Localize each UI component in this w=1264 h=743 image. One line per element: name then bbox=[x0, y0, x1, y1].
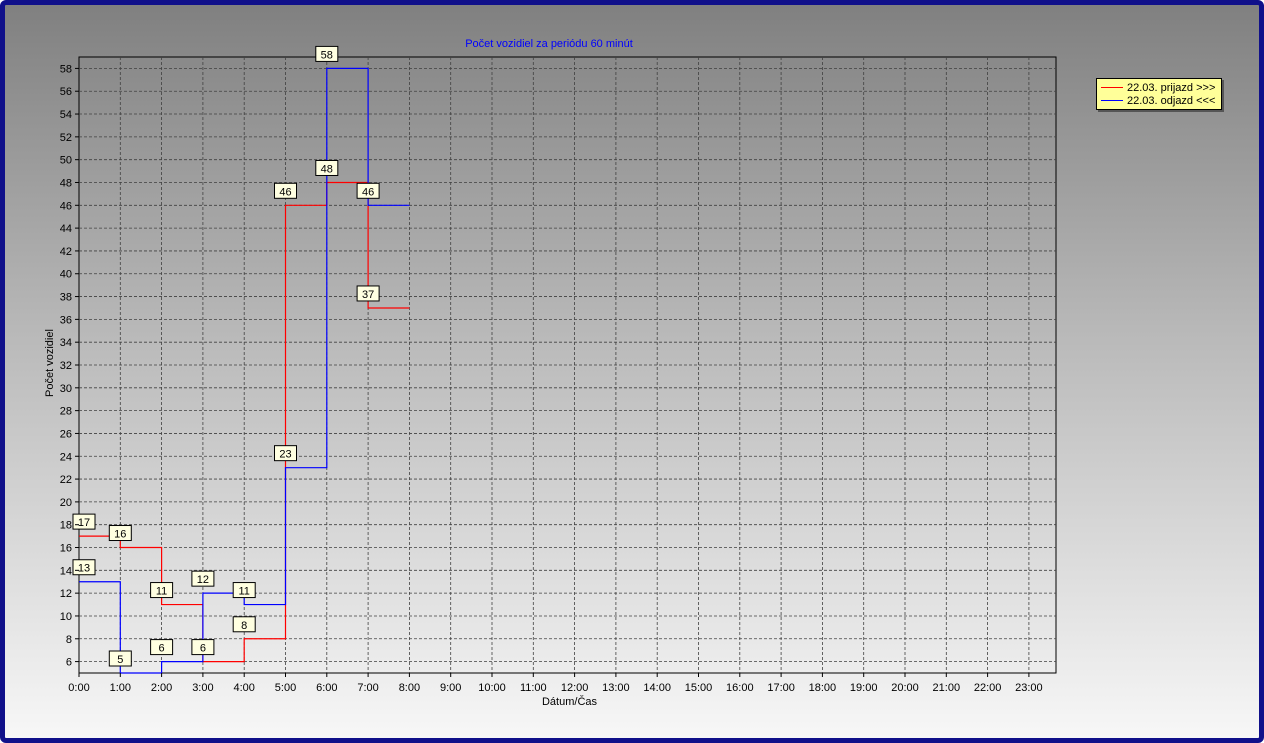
y-tick-label: 58 bbox=[60, 63, 72, 75]
x-tick-label: 22:00 bbox=[974, 682, 1002, 694]
x-tick-label: 5:00 bbox=[275, 682, 296, 694]
legend-label-departures: 22.03. odjazd <<< bbox=[1127, 94, 1216, 107]
data-label-0-1: 16 bbox=[108, 525, 132, 542]
y-tick-label: 42 bbox=[60, 246, 72, 258]
chart-svg: 1716116846483713561211235846 0:00 1:00 2:0… bbox=[44, 38, 1057, 708]
y-tick-label: 22 bbox=[60, 474, 72, 486]
legend-item-arrivals: 22.03. prijazd >>> bbox=[1101, 81, 1215, 94]
x-tick-label: 20:00 bbox=[891, 682, 919, 694]
x-tick-label: 1:00 bbox=[110, 682, 131, 694]
data-label-text: 12 bbox=[197, 574, 209, 586]
y-tick-label: 14 bbox=[60, 565, 72, 577]
data-label-1-7: 46 bbox=[356, 182, 380, 199]
data-label-1-0: 13 bbox=[72, 559, 96, 576]
data-label-text: 8 bbox=[241, 620, 247, 632]
y-tick-label: 34 bbox=[60, 337, 72, 349]
y-tick-label: 24 bbox=[60, 451, 72, 463]
y-tick-label: 56 bbox=[60, 86, 72, 98]
data-label-0-3: 6 bbox=[191, 639, 215, 656]
x-tick-label: 0:00 bbox=[68, 682, 89, 694]
data-label-1-2: 6 bbox=[150, 639, 174, 656]
y-tick-label: 16 bbox=[60, 543, 72, 555]
data-label-1-3: 12 bbox=[191, 570, 215, 587]
data-label-text: 11 bbox=[156, 586, 167, 598]
y-tick-label: 46 bbox=[60, 200, 72, 212]
chart-window: 17 16 11 6 8 46 48 37 13 5 6 12 11 23 58 46 0:00 1:00 2:0… bbox=[0, 0, 1264, 743]
data-label-1-4: 11 bbox=[232, 582, 256, 599]
data-label-text: 17 bbox=[78, 517, 90, 529]
y-tick-label: 10 bbox=[60, 611, 72, 623]
data-label-0-2: 11 bbox=[150, 582, 174, 599]
data-label-text: 23 bbox=[279, 449, 291, 461]
data-label-text: 6 bbox=[200, 643, 206, 655]
data-label-text: 48 bbox=[321, 163, 333, 175]
x-tick-label: 11:00 bbox=[520, 682, 547, 694]
data-label-text: 37 bbox=[362, 289, 374, 301]
x-tick-label: 7:00 bbox=[357, 682, 378, 694]
x-tick-label: 3:00 bbox=[192, 682, 213, 694]
chart-title: Počet vozidiel za periódu 60 minút bbox=[465, 38, 633, 50]
data-label-0-7: 37 bbox=[356, 285, 380, 302]
data-label-0-4: 8 bbox=[232, 616, 256, 633]
legend: 22.03. prijazd >>> 22.03. odjazd <<< bbox=[1096, 78, 1222, 110]
y-tick-label: 20 bbox=[60, 497, 72, 509]
data-labels: 17 16 11 6 8 46 48 37 13 5 6 12 11 23 58 46 bbox=[72, 45, 380, 667]
x-tick-label: 12:00 bbox=[561, 682, 589, 694]
data-label-text: 58 bbox=[321, 49, 333, 61]
y-tick-label: 28 bbox=[60, 406, 72, 418]
y-tick-label: 50 bbox=[60, 155, 72, 167]
x-tick-label: 6:00 bbox=[316, 682, 337, 694]
x-ticks: 0:00 1:00 2:00 3:00 4:00 5:00 6:00 7:00 8:00 9:00… bbox=[68, 673, 1043, 694]
y-tick-label: 48 bbox=[60, 177, 72, 189]
data-label-text: 46 bbox=[362, 186, 374, 198]
y-tick-label: 26 bbox=[60, 428, 72, 440]
data-label-1-6: 58 bbox=[315, 45, 339, 62]
data-label-1-5: 23 bbox=[274, 445, 297, 462]
legend-swatch-arrivals bbox=[1101, 87, 1123, 88]
x-tick-label: 16:00 bbox=[726, 682, 754, 694]
x-tick-label: 10:00 bbox=[478, 682, 506, 694]
y-tick-label: 18 bbox=[60, 520, 72, 532]
y-axis-label: Počet vozidiel bbox=[44, 329, 56, 397]
legend-label-arrivals: 22.03. prijazd >>> bbox=[1127, 81, 1216, 94]
x-tick-label: 13:00 bbox=[602, 682, 630, 694]
grid bbox=[79, 57, 1056, 673]
y-tick-label: 44 bbox=[60, 223, 72, 235]
y-tick-label: 30 bbox=[60, 383, 72, 395]
data-label-text: 6 bbox=[159, 643, 165, 655]
legend-item-departures: 22.03. odjazd <<< bbox=[1101, 94, 1215, 107]
x-tick-label: 14:00 bbox=[643, 682, 671, 694]
x-tick-label: 19:00 bbox=[850, 682, 878, 694]
x-tick-label: 2:00 bbox=[151, 682, 172, 694]
data-label-text: 5 bbox=[117, 654, 123, 666]
y-tick-label: 6 bbox=[66, 657, 72, 669]
data-label-0-0: 17 bbox=[72, 513, 96, 530]
y-tick-label: 54 bbox=[60, 109, 72, 121]
y-tick-label: 36 bbox=[60, 314, 72, 326]
x-tick-label: 18:00 bbox=[809, 682, 837, 694]
legend-swatch-departures bbox=[1101, 100, 1123, 101]
y-ticks: 6 8 10 12 14 16 18 20 22 24 26 28 30 32 34 36 38 40 42 44 46… bbox=[60, 63, 79, 669]
x-tick-label: 9:00 bbox=[440, 682, 461, 694]
x-axis-label: Dátum/Čas bbox=[542, 695, 598, 708]
x-tick-label: 21:00 bbox=[933, 682, 961, 694]
y-tick-label: 32 bbox=[60, 360, 72, 372]
y-tick-label: 40 bbox=[60, 269, 72, 281]
data-label-0-6: 48 bbox=[315, 159, 339, 176]
data-label-text: 11 bbox=[238, 586, 249, 598]
data-label-text: 46 bbox=[279, 186, 291, 198]
x-tick-label: 23:00 bbox=[1015, 682, 1043, 694]
x-tick-label: 8:00 bbox=[399, 682, 420, 694]
x-tick-label: 4:00 bbox=[233, 682, 254, 694]
x-tick-label: 17:00 bbox=[767, 682, 795, 694]
y-tick-label: 52 bbox=[60, 132, 72, 144]
data-label-text: 13 bbox=[78, 563, 90, 575]
data-label-0-5: 46 bbox=[274, 182, 297, 199]
y-tick-label: 8 bbox=[66, 634, 72, 646]
x-tick-label: 15:00 bbox=[685, 682, 713, 694]
data-label-1-1: 5 bbox=[108, 650, 132, 667]
data-label-text: 16 bbox=[114, 529, 126, 541]
y-tick-label: 12 bbox=[60, 588, 72, 600]
y-tick-label: 38 bbox=[60, 292, 72, 304]
